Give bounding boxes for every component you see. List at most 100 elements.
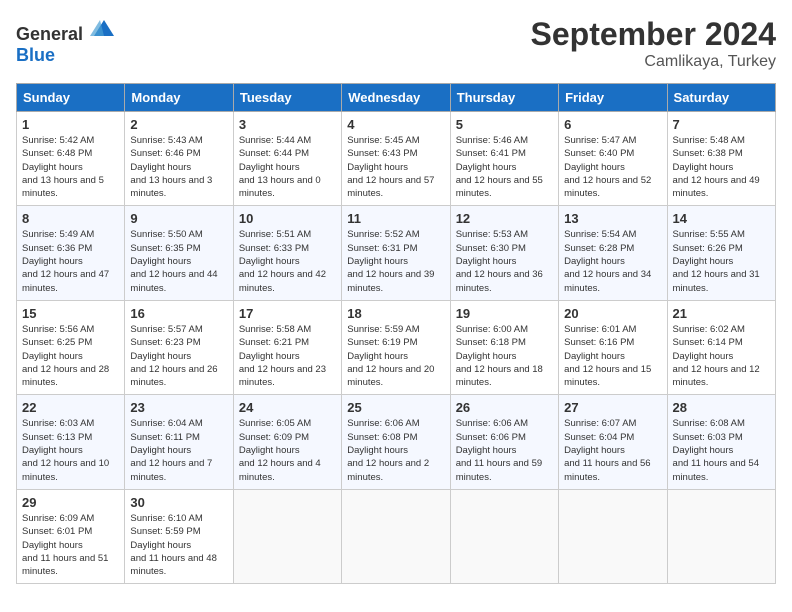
day-info: Sunrise: 6:00 AM Sunset: 6:18 PM Dayligh…	[456, 323, 553, 389]
day-number: 25	[347, 400, 444, 415]
month-title: September 2024	[531, 16, 776, 53]
day-info: Sunrise: 5:46 AM Sunset: 6:41 PM Dayligh…	[456, 134, 553, 200]
calendar-cell: 11 Sunrise: 5:52 AM Sunset: 6:31 PM Dayl…	[342, 206, 450, 300]
day-number: 12	[456, 211, 553, 226]
calendar-cell: 25 Sunrise: 6:06 AM Sunset: 6:08 PM Dayl…	[342, 395, 450, 489]
day-info: Sunrise: 5:55 AM Sunset: 6:26 PM Dayligh…	[673, 228, 770, 294]
calendar-cell: 3 Sunrise: 5:44 AM Sunset: 6:44 PM Dayli…	[233, 112, 341, 206]
day-number: 22	[22, 400, 119, 415]
weekday-header: Thursday	[450, 84, 558, 112]
calendar-cell: 1 Sunrise: 5:42 AM Sunset: 6:48 PM Dayli…	[17, 112, 125, 206]
calendar-cell: 5 Sunrise: 5:46 AM Sunset: 6:41 PM Dayli…	[450, 112, 558, 206]
day-info: Sunrise: 6:03 AM Sunset: 6:13 PM Dayligh…	[22, 417, 119, 483]
logo: General Blue	[16, 16, 114, 66]
day-info: Sunrise: 5:45 AM Sunset: 6:43 PM Dayligh…	[347, 134, 444, 200]
day-number: 19	[456, 306, 553, 321]
day-info: Sunrise: 5:53 AM Sunset: 6:30 PM Dayligh…	[456, 228, 553, 294]
logo-text: General Blue	[16, 16, 114, 66]
day-number: 18	[347, 306, 444, 321]
calendar-week-row: 1 Sunrise: 5:42 AM Sunset: 6:48 PM Dayli…	[17, 112, 776, 206]
calendar-cell: 10 Sunrise: 5:51 AM Sunset: 6:33 PM Dayl…	[233, 206, 341, 300]
day-info: Sunrise: 6:10 AM Sunset: 5:59 PM Dayligh…	[130, 512, 227, 578]
day-number: 28	[673, 400, 770, 415]
calendar-cell: 18 Sunrise: 5:59 AM Sunset: 6:19 PM Dayl…	[342, 300, 450, 394]
calendar-cell: 28 Sunrise: 6:08 AM Sunset: 6:03 PM Dayl…	[667, 395, 775, 489]
weekday-header: Saturday	[667, 84, 775, 112]
day-info: Sunrise: 5:57 AM Sunset: 6:23 PM Dayligh…	[130, 323, 227, 389]
day-info: Sunrise: 5:58 AM Sunset: 6:21 PM Dayligh…	[239, 323, 336, 389]
day-info: Sunrise: 6:05 AM Sunset: 6:09 PM Dayligh…	[239, 417, 336, 483]
day-info: Sunrise: 6:04 AM Sunset: 6:11 PM Dayligh…	[130, 417, 227, 483]
day-number: 21	[673, 306, 770, 321]
calendar-cell: 27 Sunrise: 6:07 AM Sunset: 6:04 PM Dayl…	[559, 395, 667, 489]
day-info: Sunrise: 6:01 AM Sunset: 6:16 PM Dayligh…	[564, 323, 661, 389]
day-number: 9	[130, 211, 227, 226]
calendar-cell: 16 Sunrise: 5:57 AM Sunset: 6:23 PM Dayl…	[125, 300, 233, 394]
day-number: 4	[347, 117, 444, 132]
calendar-cell: 23 Sunrise: 6:04 AM Sunset: 6:11 PM Dayl…	[125, 395, 233, 489]
day-number: 23	[130, 400, 227, 415]
day-number: 10	[239, 211, 336, 226]
logo-general: General	[16, 24, 83, 44]
calendar-cell: 17 Sunrise: 5:58 AM Sunset: 6:21 PM Dayl…	[233, 300, 341, 394]
day-number: 1	[22, 117, 119, 132]
calendar-cell	[233, 489, 341, 583]
weekday-header: Monday	[125, 84, 233, 112]
calendar-cell	[559, 489, 667, 583]
weekday-header: Friday	[559, 84, 667, 112]
page-header: General Blue September 2024 Camlikaya, T…	[16, 16, 776, 71]
calendar-cell: 24 Sunrise: 6:05 AM Sunset: 6:09 PM Dayl…	[233, 395, 341, 489]
calendar-week-row: 8 Sunrise: 5:49 AM Sunset: 6:36 PM Dayli…	[17, 206, 776, 300]
calendar-cell	[342, 489, 450, 583]
day-number: 16	[130, 306, 227, 321]
day-number: 29	[22, 495, 119, 510]
logo-icon	[90, 16, 114, 40]
day-number: 14	[673, 211, 770, 226]
day-number: 17	[239, 306, 336, 321]
day-number: 27	[564, 400, 661, 415]
calendar-cell: 30 Sunrise: 6:10 AM Sunset: 5:59 PM Dayl…	[125, 489, 233, 583]
calendar-cell: 4 Sunrise: 5:45 AM Sunset: 6:43 PM Dayli…	[342, 112, 450, 206]
weekday-header: Sunday	[17, 84, 125, 112]
calendar-cell: 21 Sunrise: 6:02 AM Sunset: 6:14 PM Dayl…	[667, 300, 775, 394]
day-number: 3	[239, 117, 336, 132]
day-number: 5	[456, 117, 553, 132]
day-number: 26	[456, 400, 553, 415]
day-number: 6	[564, 117, 661, 132]
calendar-cell	[667, 489, 775, 583]
day-number: 15	[22, 306, 119, 321]
day-info: Sunrise: 5:50 AM Sunset: 6:35 PM Dayligh…	[130, 228, 227, 294]
day-number: 7	[673, 117, 770, 132]
calendar-cell: 14 Sunrise: 5:55 AM Sunset: 6:26 PM Dayl…	[667, 206, 775, 300]
day-number: 24	[239, 400, 336, 415]
weekday-header: Tuesday	[233, 84, 341, 112]
calendar-week-row: 15 Sunrise: 5:56 AM Sunset: 6:25 PM Dayl…	[17, 300, 776, 394]
calendar-header-row: SundayMondayTuesdayWednesdayThursdayFrid…	[17, 84, 776, 112]
calendar-cell: 8 Sunrise: 5:49 AM Sunset: 6:36 PM Dayli…	[17, 206, 125, 300]
day-info: Sunrise: 6:08 AM Sunset: 6:03 PM Dayligh…	[673, 417, 770, 483]
calendar-table: SundayMondayTuesdayWednesdayThursdayFrid…	[16, 83, 776, 584]
day-info: Sunrise: 5:49 AM Sunset: 6:36 PM Dayligh…	[22, 228, 119, 294]
day-number: 20	[564, 306, 661, 321]
day-number: 30	[130, 495, 227, 510]
title-block: September 2024 Camlikaya, Turkey	[531, 16, 776, 71]
calendar-week-row: 29 Sunrise: 6:09 AM Sunset: 6:01 PM Dayl…	[17, 489, 776, 583]
day-info: Sunrise: 5:44 AM Sunset: 6:44 PM Dayligh…	[239, 134, 336, 200]
day-info: Sunrise: 5:48 AM Sunset: 6:38 PM Dayligh…	[673, 134, 770, 200]
day-info: Sunrise: 5:42 AM Sunset: 6:48 PM Dayligh…	[22, 134, 119, 200]
calendar-cell: 29 Sunrise: 6:09 AM Sunset: 6:01 PM Dayl…	[17, 489, 125, 583]
calendar-cell: 26 Sunrise: 6:06 AM Sunset: 6:06 PM Dayl…	[450, 395, 558, 489]
day-number: 8	[22, 211, 119, 226]
calendar-week-row: 22 Sunrise: 6:03 AM Sunset: 6:13 PM Dayl…	[17, 395, 776, 489]
day-info: Sunrise: 6:02 AM Sunset: 6:14 PM Dayligh…	[673, 323, 770, 389]
day-number: 13	[564, 211, 661, 226]
day-info: Sunrise: 5:54 AM Sunset: 6:28 PM Dayligh…	[564, 228, 661, 294]
day-info: Sunrise: 5:52 AM Sunset: 6:31 PM Dayligh…	[347, 228, 444, 294]
calendar-cell: 9 Sunrise: 5:50 AM Sunset: 6:35 PM Dayli…	[125, 206, 233, 300]
calendar-cell: 20 Sunrise: 6:01 AM Sunset: 6:16 PM Dayl…	[559, 300, 667, 394]
day-info: Sunrise: 5:51 AM Sunset: 6:33 PM Dayligh…	[239, 228, 336, 294]
logo-blue: Blue	[16, 45, 55, 65]
weekday-header: Wednesday	[342, 84, 450, 112]
day-info: Sunrise: 5:43 AM Sunset: 6:46 PM Dayligh…	[130, 134, 227, 200]
day-info: Sunrise: 5:59 AM Sunset: 6:19 PM Dayligh…	[347, 323, 444, 389]
